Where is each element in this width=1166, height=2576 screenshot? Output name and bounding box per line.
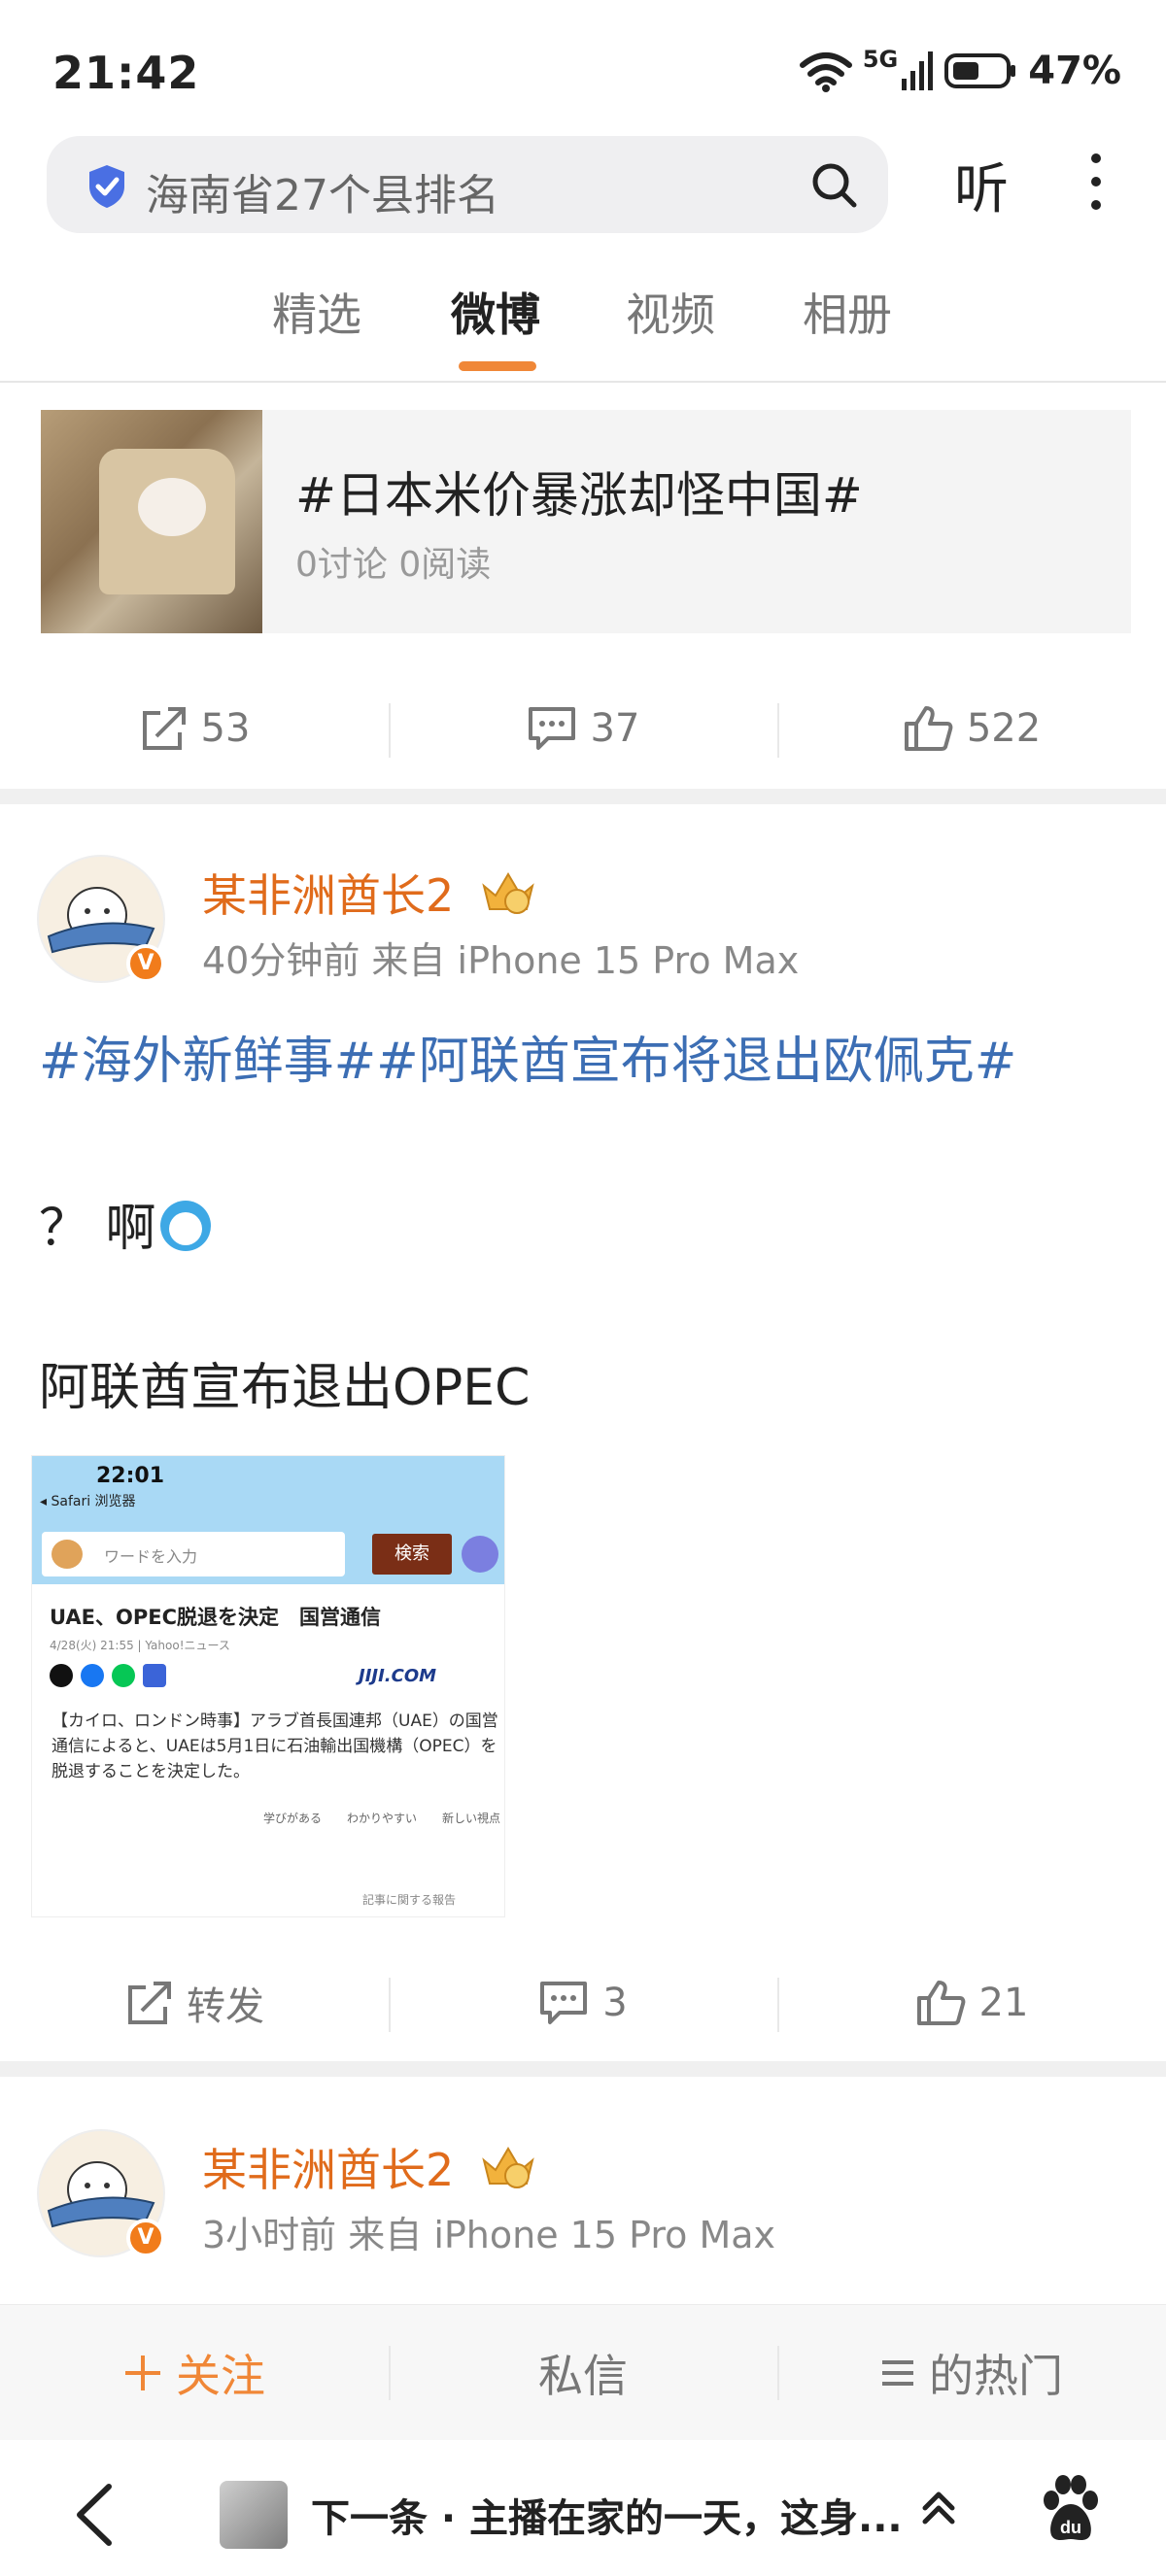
divider [0,381,1166,383]
image-search-button: 検索 [372,1534,452,1575]
status-bar: 21:42 5G 47% [0,0,1166,136]
avatar[interactable]: V [37,2129,165,2257]
comment-count: 3 [602,1981,628,2025]
hot-button[interactable]: 的热门 [777,2305,1166,2441]
translate-icon [143,1664,166,1687]
crown-badge-icon [482,872,534,914]
shield-icon [89,165,124,208]
next-item-text[interactable]: 下一条 · 主播在家的一天，这身... [311,2487,903,2543]
chevron-up-icon[interactable] [919,2489,958,2527]
follow-button[interactable]: 关注 [0,2305,389,2441]
post-meta: 40分钟前 来自 iPhone 15 Pro Max [202,939,800,982]
image-headline: UAE、OPEC脱退を決定 国営通信 [50,1606,382,1629]
post-image[interactable]: 22:01 ◂ Safari 浏览器 ワードを入力 検索 UAE、OPEC脱退を… [31,1455,505,1917]
comment-icon [540,1982,588,2024]
message-label: 私信 [538,2350,628,2402]
line-icon [112,1664,135,1687]
browser-bottom-bar: 下一条 · 主播在家的一天，这身... du [0,2440,1166,2576]
follow-bar: 关注 私信 的热门 [0,2304,1166,2440]
post-text-line-2: 阿联酋宣布退出OPEC [39,1359,531,1417]
comment-button[interactable]: 3 [389,1954,777,2051]
tab-bar: 精选 微博 视频 相册 [0,272,1166,379]
like-count: 21 [978,1981,1029,2025]
wifi-icon [799,52,852,92]
menu-icon [882,2360,913,2386]
post-text: ？ 啊 [39,1200,156,1258]
verified-badge-icon: V [126,2219,165,2257]
repost-label: 转发 [187,1984,264,2029]
post-action-bar: 53 37 522 [0,680,1166,777]
image-date: 4/28(火) 21:55 | Yahoo!ニュース [50,1639,230,1652]
baidu-paw-icon[interactable]: du [1040,2475,1102,2545]
username[interactable]: 某非洲酋长2 [202,861,454,925]
status-time: 21:42 [52,47,200,99]
follow-label: 关注 [176,2350,265,2402]
back-icon[interactable] [70,2481,119,2549]
topic-meta: 0讨论 0阅读 [295,545,492,585]
comment-icon [528,707,575,750]
search-icon[interactable] [810,161,859,210]
post-text-line: ？ 啊 [39,1187,211,1260]
hot-label: 的热门 [929,2350,1063,2402]
tab-weibo[interactable]: 微博 [451,280,540,344]
signal-icon [902,51,934,90]
next-video-thumbnail[interactable] [220,2481,288,2549]
svg-text:du: du [1060,2518,1081,2537]
topic-card[interactable]: #日本米价暴涨却怪中国# 0讨论 0阅读 [41,410,1131,633]
image-time: 22:01 [96,1464,165,1488]
search-bar[interactable]: 海南省27个县排名 [47,136,888,233]
repost-icon [128,1982,171,2024]
image-report: 記事に関する報告 [362,1893,457,1907]
hamster-icon [51,1540,83,1569]
like-button[interactable]: 21 [777,1954,1166,2051]
image-search-field: ワードを入力 [42,1532,345,1576]
image-reactions: 学びがある わかりやすい 新しい視点 [263,1812,501,1825]
plus-icon [125,2356,160,2390]
avatar[interactable]: V [37,855,165,983]
like-count: 522 [966,706,1042,751]
more-options-icon[interactable] [1084,153,1108,216]
battery-icon [944,53,1016,88]
comment-button[interactable]: 37 [389,680,777,777]
facebook-icon [81,1664,104,1687]
tab-featured[interactable]: 精选 [272,280,361,344]
battery-percent: 47% [1028,49,1121,93]
image-search-placeholder: ワードを入力 [104,1547,198,1566]
comment-count: 37 [590,706,640,751]
image-header: 22:01 ◂ Safari 浏览器 ワードを入力 検索 [32,1456,504,1584]
network-type: 5G [862,46,899,73]
active-tab-indicator [459,361,536,371]
verified-badge-icon: V [126,944,165,983]
image-browser-label: ◂ Safari 浏览器 [40,1494,136,1509]
search-query[interactable]: 海南省27个县排名 [146,160,499,222]
post-hashtags[interactable]: #海外新鲜事##阿联酋宣布将退出欧佩克# [39,1020,1016,1093]
message-button[interactable]: 私信 [389,2305,777,2441]
repost-icon [142,707,186,750]
chat-icon [462,1536,498,1573]
thumbs-up-icon [904,706,953,751]
topic-title: #日本米价暴涨却怪中国# [295,467,863,524]
crown-badge-icon [482,2147,534,2188]
username[interactable]: 某非洲酋长2 [202,2135,454,2199]
post-action-bar: 转发 3 21 [0,1954,1166,2051]
tab-video[interactable]: 视频 [626,280,715,344]
repost-count: 53 [200,706,251,751]
doraemon-emoji-icon [159,1201,211,1251]
post-meta: 3小时前 来自 iPhone 15 Pro Max [202,2214,776,2256]
status-icons: 5G 47% [799,46,1121,93]
listen-button[interactable]: 听 [954,146,1009,224]
image-source: JIJI.COM [359,1666,437,1686]
topic-thumbnail [41,410,262,633]
section-gap [0,789,1166,804]
like-button[interactable]: 522 [777,680,1166,777]
tab-album[interactable]: 相册 [803,280,892,344]
x-icon [50,1664,73,1687]
repost-button[interactable]: 转发 [0,1954,389,2051]
image-body: 【カイロ、ロンドン時事】アラブ首長国連邦（UAE）の国営通信によると、UAEは5… [51,1712,498,1781]
repost-button[interactable]: 53 [0,680,389,777]
thumbs-up-icon [916,1981,965,2025]
section-gap [0,2061,1166,2077]
image-social-icons [50,1664,166,1687]
